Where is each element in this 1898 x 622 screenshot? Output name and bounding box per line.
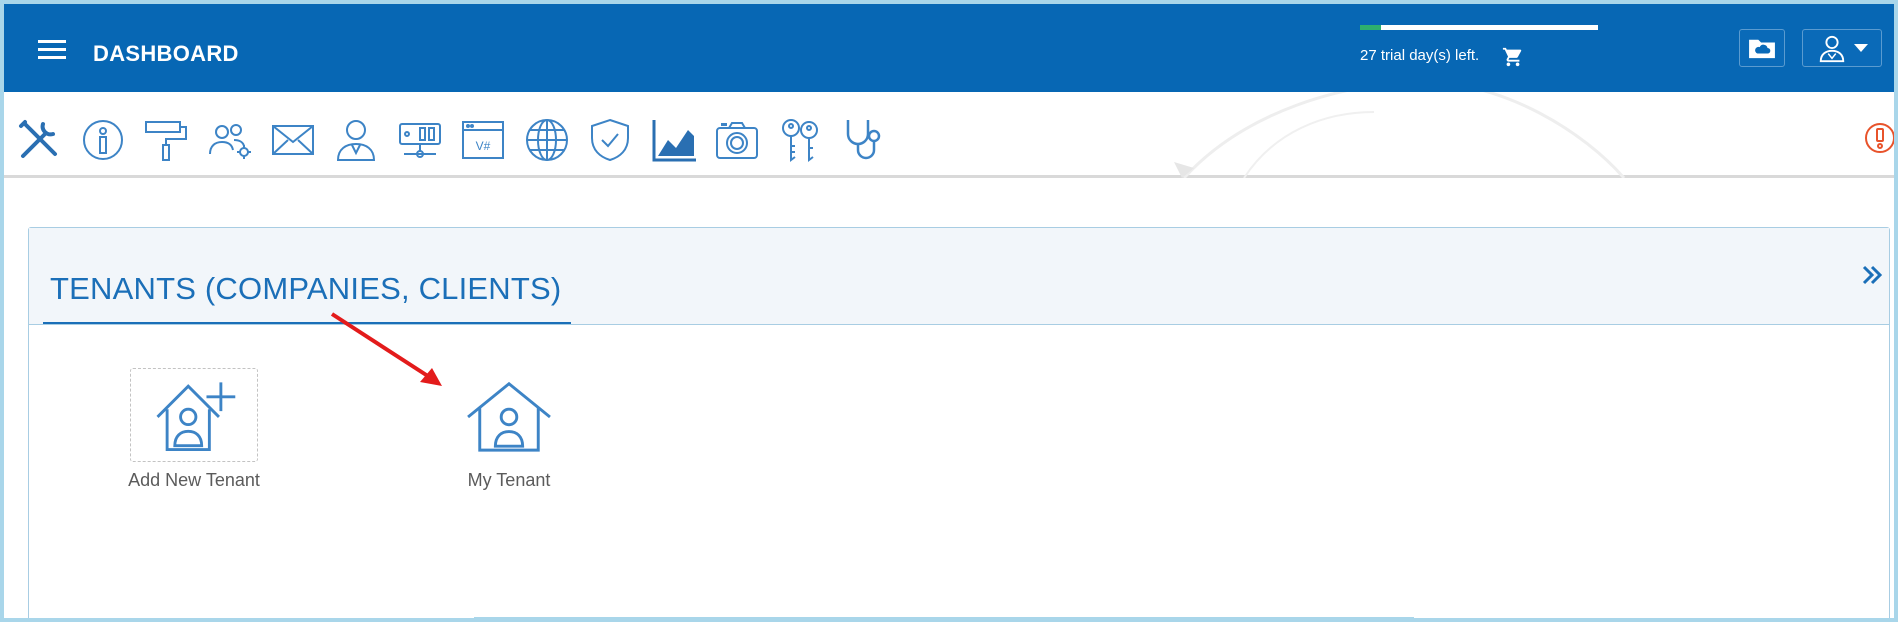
info-icon[interactable] xyxy=(79,116,127,164)
server-icon[interactable] xyxy=(396,116,444,164)
cloud-folder-icon xyxy=(1749,39,1775,59)
trial-progress-bar xyxy=(1360,25,1598,30)
panel-title: TENANTS (COMPANIES, CLIENTS) xyxy=(50,271,562,306)
paint-roller-icon[interactable] xyxy=(142,116,190,164)
user-menu-button[interactable] xyxy=(1802,29,1882,67)
top-header: DASHBOARD 27 trial day(s) left. xyxy=(4,4,1894,92)
page-title: DASHBOARD xyxy=(93,41,239,66)
double-chevron-right-icon[interactable] xyxy=(1861,264,1883,286)
shield-check-icon[interactable] xyxy=(586,116,634,164)
tile-label: Add New Tenant xyxy=(128,470,260,490)
chevron-down-icon xyxy=(1854,44,1868,52)
mail-icon[interactable] xyxy=(269,116,317,164)
user-group-settings-icon[interactable] xyxy=(206,116,254,164)
chart-icon[interactable] xyxy=(650,116,698,164)
my-tenant-box xyxy=(445,368,573,462)
panel-title-underline xyxy=(43,322,571,324)
vsharp-code-icon[interactable]: V# xyxy=(459,116,507,164)
keys-icon[interactable] xyxy=(777,116,825,164)
module-toolbar: V# xyxy=(4,92,1894,178)
hamburger-menu-icon[interactable] xyxy=(38,40,66,62)
user-icon xyxy=(1819,35,1845,63)
trial-days-text: 27 trial day(s) left. xyxy=(1360,47,1480,64)
trial-progress-fill xyxy=(1360,25,1382,30)
camera-icon[interactable] xyxy=(713,116,761,164)
globe-icon[interactable] xyxy=(523,116,571,164)
add-new-tenant-tile[interactable]: Add New Tenant xyxy=(119,368,269,491)
bottom-accent-line xyxy=(474,617,1414,618)
house-user-add-icon xyxy=(156,382,236,451)
background-decoration xyxy=(1174,92,1626,178)
panel-header: TENANTS (COMPANIES, CLIENTS) xyxy=(29,228,1889,325)
stethoscope-icon[interactable] xyxy=(840,116,888,164)
shopping-cart-icon[interactable] xyxy=(1502,46,1524,68)
user-tie-icon[interactable] xyxy=(332,116,380,164)
app-frame: DASHBOARD 27 trial day(s) left. V# TENAN… xyxy=(0,0,1898,622)
svg-text:V#: V# xyxy=(476,139,491,153)
add-tenant-box xyxy=(130,368,258,462)
tenants-panel: TENANTS (COMPANIES, CLIENTS) Add New Ten… xyxy=(28,227,1890,618)
cloud-folder-button[interactable] xyxy=(1739,29,1785,67)
tile-label: My Tenant xyxy=(467,470,551,490)
tools-icon[interactable] xyxy=(15,116,63,164)
alert-icon[interactable] xyxy=(1864,122,1894,154)
house-user-icon xyxy=(467,381,551,452)
my-tenant-tile[interactable]: My Tenant xyxy=(429,368,589,491)
